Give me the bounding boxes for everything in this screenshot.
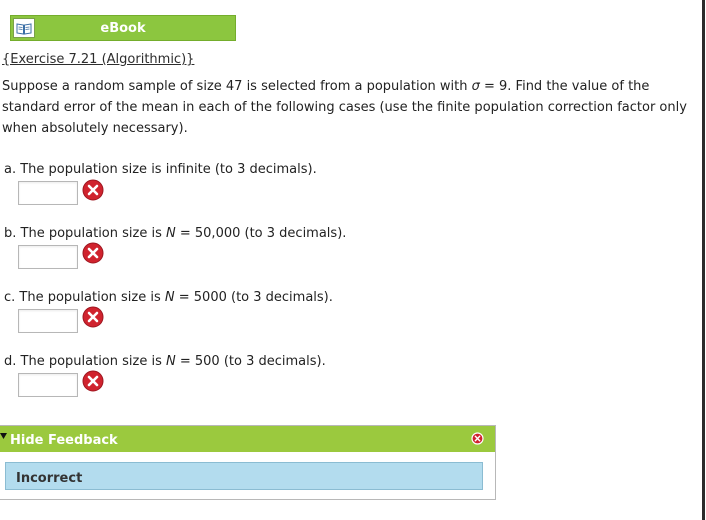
- feedback-message: Incorrect: [16, 471, 83, 486]
- part-d-text: d. The population size is N = 500 (to 3 …: [4, 354, 326, 369]
- incorrect-x-icon: [82, 179, 104, 201]
- ebook-label: eBook: [100, 21, 146, 36]
- feedback-message-box: Incorrect: [5, 462, 483, 490]
- part-a-text: a. The population size is infinite (to 3…: [4, 162, 317, 177]
- part-c-answer-input[interactable]: [18, 309, 78, 333]
- feedback-panel: Hide Feedback Incorrect: [0, 425, 496, 500]
- ebook-button[interactable]: eBook: [10, 15, 236, 41]
- incorrect-x-icon: [82, 306, 104, 328]
- part-d-answer-input[interactable]: [18, 373, 78, 397]
- close-feedback-icon[interactable]: [471, 432, 484, 445]
- part-b-text: b. The population size is N = 50,000 (to…: [4, 226, 347, 241]
- problem-text-start: Suppose a random sample of size 47 is se…: [2, 79, 472, 94]
- sigma-symbol: σ: [471, 79, 480, 94]
- collapse-triangle-icon: [0, 433, 7, 439]
- exercise-link[interactable]: {Exercise 7.21 (Algorithmic)}: [2, 52, 194, 67]
- hide-feedback-toggle[interactable]: Hide Feedback: [0, 426, 495, 452]
- problem-statement: Suppose a random sample of size 47 is se…: [2, 76, 700, 139]
- incorrect-x-icon: [82, 242, 104, 264]
- page-right-border: [702, 0, 705, 520]
- part-c-text: c. The population size is N = 5000 (to 3…: [4, 290, 333, 305]
- hide-feedback-label: Hide Feedback: [10, 433, 118, 448]
- part-b-answer-input[interactable]: [18, 245, 78, 269]
- part-a-answer-input[interactable]: [18, 181, 78, 205]
- incorrect-x-icon: [82, 370, 104, 392]
